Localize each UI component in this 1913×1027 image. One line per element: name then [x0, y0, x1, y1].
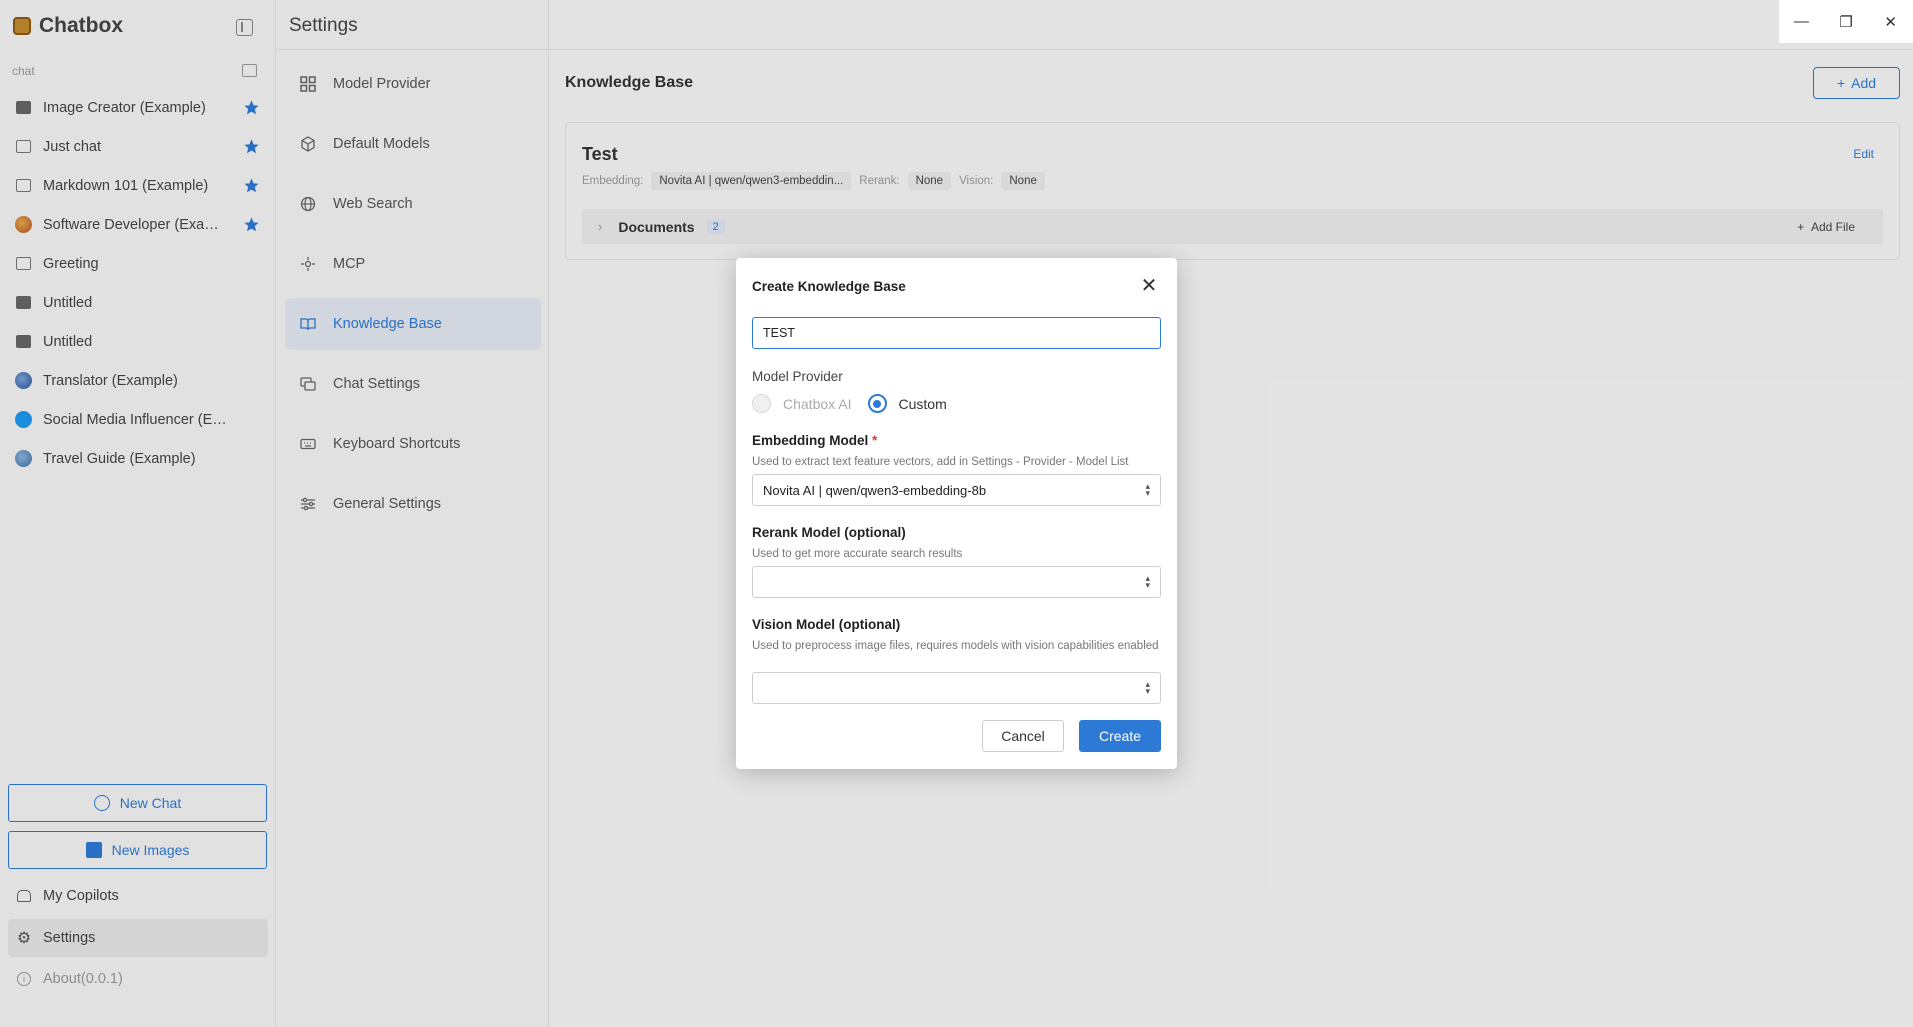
create-button[interactable]: Create — [1079, 720, 1161, 752]
kb-name-input[interactable] — [752, 317, 1161, 349]
cancel-button[interactable]: Cancel — [982, 720, 1064, 752]
radio-chatbox-ai-label: Chatbox AI — [783, 395, 852, 412]
rerank-model-label: Rerank Model (optional) — [752, 525, 906, 540]
vision-help: Used to preprocess image files, requires… — [752, 640, 1159, 652]
radio-chatbox-ai[interactable] — [752, 394, 771, 413]
dialog-title: Create Knowledge Base — [752, 279, 906, 294]
radio-custom-label: Custom — [898, 395, 947, 412]
select-arrows-icon: ▴ ▾ — [1145, 679, 1150, 696]
provider-radio-group: Chatbox AI Custom — [752, 394, 947, 413]
close-icon[interactable]: ✕ — [1140, 276, 1158, 296]
embedding-help: Used to extract text feature vectors, ad… — [752, 456, 1129, 468]
embedding-model-label: Embedding Model * — [752, 433, 877, 448]
required-marker: * — [872, 433, 878, 448]
minimize-icon[interactable]: — — [1791, 12, 1811, 32]
embedding-model-select[interactable]: Novita AI | qwen/qwen3-embedding-8b ▴ ▾ — [752, 474, 1161, 506]
rerank-help: Used to get more accurate search results — [752, 548, 963, 560]
model-provider-label: Model Provider — [752, 369, 843, 384]
restore-icon[interactable]: ❐ — [1836, 12, 1856, 32]
select-arrows-icon: ▴ ▾ — [1145, 481, 1150, 498]
create-knowledge-base-dialog: Create Knowledge Base ✕ Model Provider C… — [736, 258, 1177, 769]
select-arrows-icon: ▴ ▾ — [1145, 573, 1150, 590]
embedding-model-label-text: Embedding Model — [752, 433, 869, 448]
rerank-model-select[interactable]: ▴ ▾ — [752, 566, 1161, 598]
radio-custom[interactable] — [867, 394, 887, 413]
close-window-icon[interactable]: ✕ — [1881, 12, 1901, 32]
vision-model-select[interactable]: ▴ ▾ — [752, 672, 1161, 704]
embedding-model-value: Novita AI | qwen/qwen3-embedding-8b — [763, 482, 987, 498]
vision-model-label: Vision Model (optional) — [752, 617, 901, 632]
window-controls: — ❐ ✕ — [1779, 0, 1913, 43]
